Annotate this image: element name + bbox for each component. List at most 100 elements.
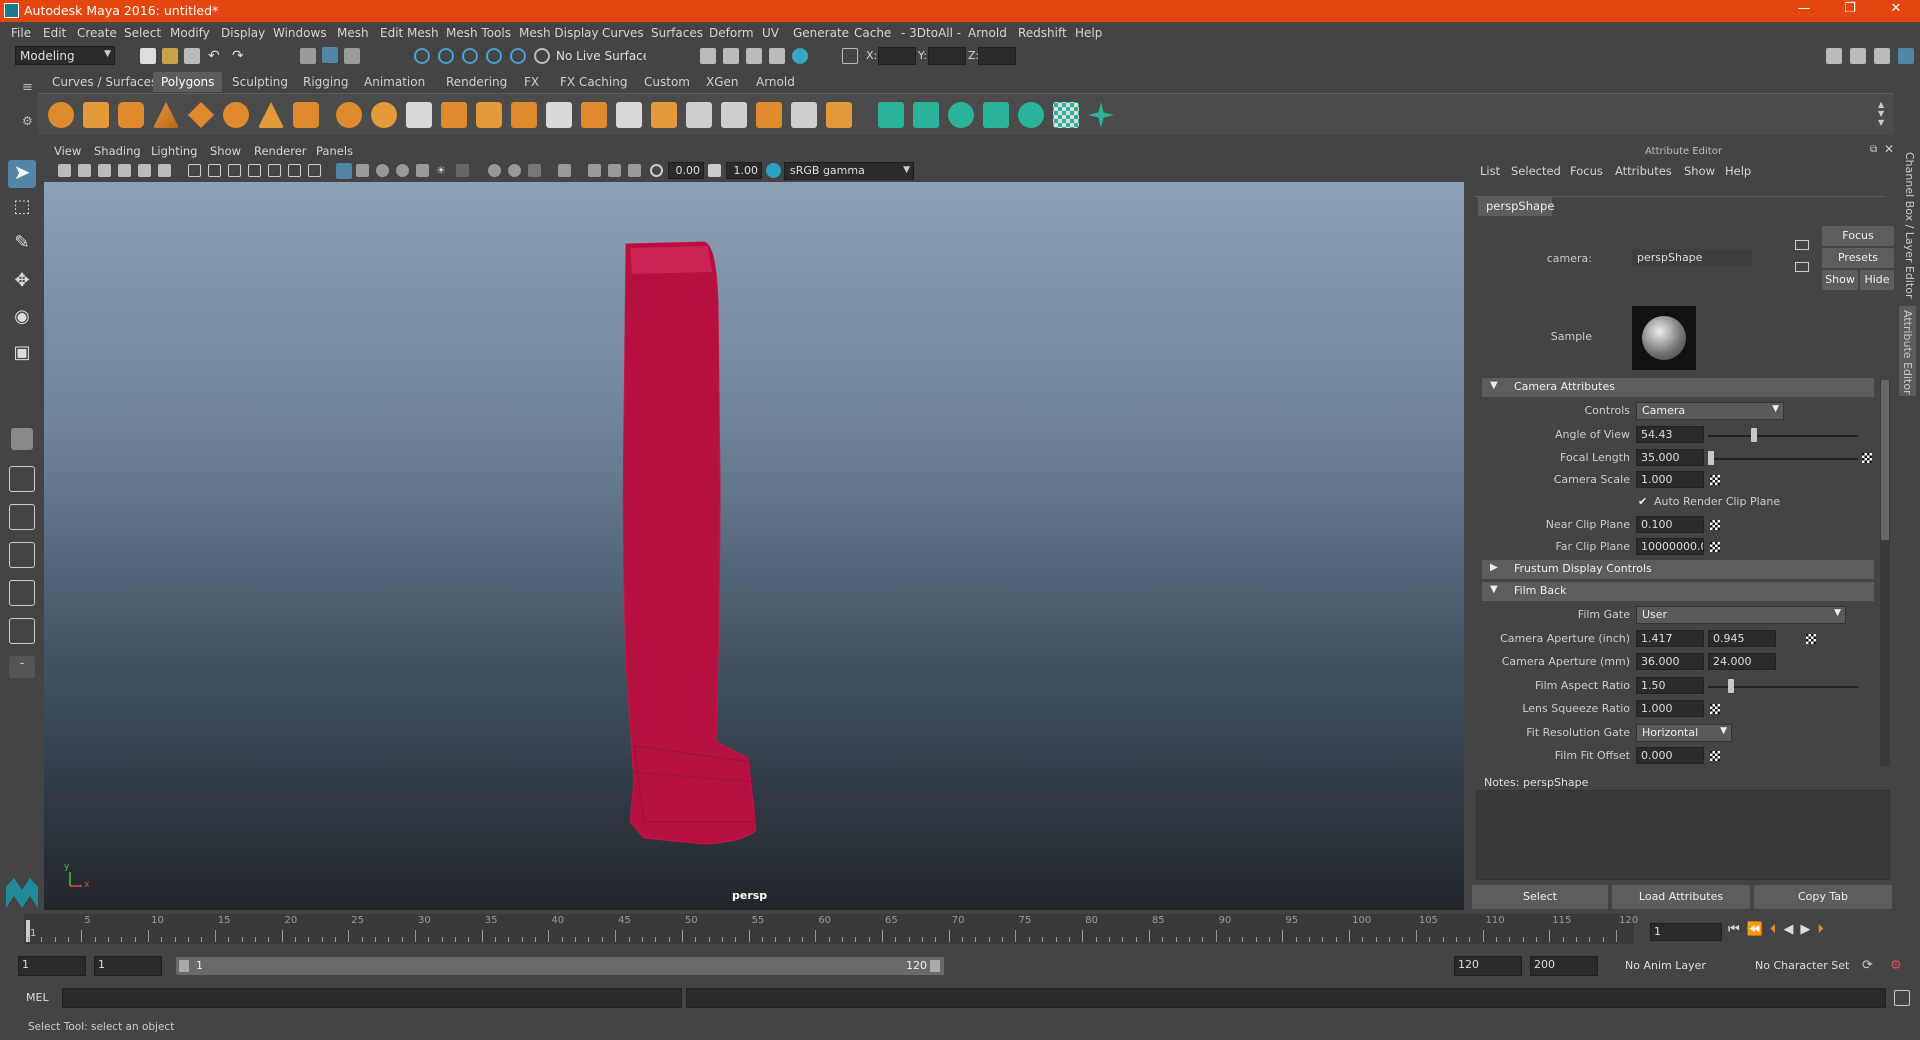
close-button[interactable]: ✕ [1876,1,1916,21]
near-clip-map-button[interactable] [1710,520,1720,530]
controls-dropdown[interactable]: Camera ▼ [1636,402,1784,420]
tab-perspshape[interactable]: perspShape [1478,196,1554,216]
close-panel-icon[interactable]: ✕ [1884,142,1894,156]
planar-map-icon[interactable] [878,102,904,128]
far-clip-input[interactable]: 10000000.00 [1636,538,1704,555]
menu-mesh-display[interactable]: Mesh Display [519,26,599,40]
copy-tab-button[interactable]: Copy Tab [1754,885,1892,909]
camera-node-field[interactable]: perspShape [1632,249,1752,266]
lens-squeeze-input[interactable]: 1.000 [1636,700,1704,717]
antialiasing-icon[interactable] [528,164,541,177]
focal-length-slider-track[interactable] [1708,458,1858,460]
gamma-input[interactable]: 1.00 [726,162,762,179]
film-gate-dropdown[interactable]: User ▼ [1636,606,1846,624]
bookmarks-icon[interactable] [98,164,111,177]
custom-layout-icon[interactable]: - [9,656,35,678]
transform-input-icon[interactable] [842,48,858,64]
x-input[interactable] [878,47,916,65]
float-panel-icon[interactable]: ⧉ [1870,144,1877,155]
automatic-map-icon[interactable] [983,102,1009,128]
redo-icon[interactable]: ↷ [232,48,248,64]
menu-curves[interactable]: Curves [602,26,644,40]
shelf-tab-sculpting[interactable]: Sculpting [224,72,296,92]
film-gate-icon[interactable] [208,164,221,177]
menu-mesh[interactable]: Mesh [337,26,369,40]
spherical-map-icon[interactable] [948,102,974,128]
menu-surfaces[interactable]: Surfaces [651,26,703,40]
viewport-menu-panels[interactable]: Panels [316,144,353,158]
poly-cone-icon[interactable] [153,102,179,128]
angle-of-view-slider-knob[interactable] [1751,428,1758,442]
angle-of-view-input[interactable]: 54.43 [1636,426,1704,443]
target-weld-icon[interactable] [756,102,782,128]
channel-box-side-tab[interactable]: Channel Box / Layer Editor [1903,152,1916,299]
menu-create[interactable]: Create [77,26,117,40]
range-slider[interactable]: 1 120 [176,957,944,975]
rotate-tool-icon[interactable]: ◉ [8,306,36,334]
far-clip-map-button[interactable] [1710,542,1720,552]
film-fit-offset-map-button[interactable] [1710,751,1720,761]
section-film-back[interactable]: ▼ Film Back [1482,582,1874,601]
tool-settings-icon[interactable] [1874,48,1890,64]
angle-of-view-slider-track[interactable] [1708,435,1858,437]
modeling-toolkit-icon[interactable] [1826,48,1842,64]
viewport-menu-view[interactable]: View [54,144,81,158]
ae-menu-focus[interactable]: Focus [1570,164,1603,178]
focal-length-map-button[interactable] [1862,453,1872,463]
step-forward-frame-icon[interactable]: ⏵ [1817,922,1831,937]
scene-start-input[interactable]: 1 [18,956,86,976]
y-input[interactable] [928,47,966,65]
lens-squeeze-map-button[interactable] [1710,704,1720,714]
hud-icon[interactable] [628,164,641,177]
persp-outliner-layout-icon[interactable] [9,504,35,530]
scene-end-input[interactable]: 200 [1530,956,1598,976]
viewport-menu-shading[interactable]: Shading [94,144,141,158]
persp-graph-layout-icon[interactable] [9,542,35,568]
wireframe-mesh[interactable] [622,241,757,845]
field-chart-icon[interactable] [268,164,281,177]
character-set-dropdown[interactable]: No Character Set [1750,956,1874,975]
menu-redshift[interactable]: Redshift [1018,26,1067,40]
undo-icon[interactable]: ↶ [208,48,224,64]
menu-help[interactable]: Help [1075,26,1102,40]
menu-file[interactable]: File [11,26,31,40]
select-hierarchy-icon[interactable] [300,48,316,64]
append-polygon-icon[interactable] [651,102,677,128]
safe-title-icon[interactable] [308,164,321,177]
smooth-icon[interactable] [406,102,432,128]
extract-icon[interactable] [826,102,852,128]
command-language-label[interactable]: MEL [26,991,49,1004]
shelf-scroll-arrows[interactable]: ▲ ▼ ▼ [1878,100,1884,127]
shelf-tab-custom[interactable]: Custom [636,72,698,92]
menu-windows[interactable]: Windows [273,26,327,40]
camera-attributes-icon[interactable] [78,164,91,177]
wireframe-on-shaded-icon[interactable] [396,164,409,177]
fit-resolution-gate-dropdown[interactable]: Horizontal ▼ [1636,724,1732,742]
persp-hypershade-layout-icon[interactable] [9,580,35,606]
gate-mask-icon[interactable] [248,164,261,177]
poly-cylinder-icon[interactable] [118,102,144,128]
show-input-icon[interactable] [1795,240,1809,250]
shelf-tab-fx-caching[interactable]: FX Caching [552,72,635,92]
ae-menu-show[interactable]: Show [1684,164,1715,178]
render-settings-icon[interactable] [769,48,785,64]
film-fit-offset-input[interactable]: 0.000 [1636,747,1704,764]
aperture-mm-x-input[interactable]: 36.000 [1636,653,1704,670]
menu-select[interactable]: Select [124,26,161,40]
poly-pyramid-icon[interactable] [258,102,284,128]
boolean-icon[interactable] [476,102,502,128]
insert-edge-loop-icon[interactable] [721,102,747,128]
notes-textarea[interactable] [1476,790,1890,880]
focal-length-slider-knob[interactable] [1708,451,1714,465]
playback-end-input[interactable]: 120 [1454,956,1522,976]
poly-cube-icon[interactable] [83,102,109,128]
current-frame-input[interactable]: 1 [1650,923,1722,941]
snap-view-plane-icon[interactable] [486,48,502,64]
shelf-tab-arnold[interactable]: Arnold [748,72,803,92]
smooth-shade-icon[interactable] [356,164,369,177]
snap-grid-icon[interactable] [414,48,430,64]
attribute-editor-side-tab[interactable]: Attribute Editor [1899,306,1916,396]
four-view-layout-icon[interactable] [9,466,35,492]
bridge-icon[interactable] [616,102,642,128]
presets-button[interactable]: Presets [1822,248,1894,268]
